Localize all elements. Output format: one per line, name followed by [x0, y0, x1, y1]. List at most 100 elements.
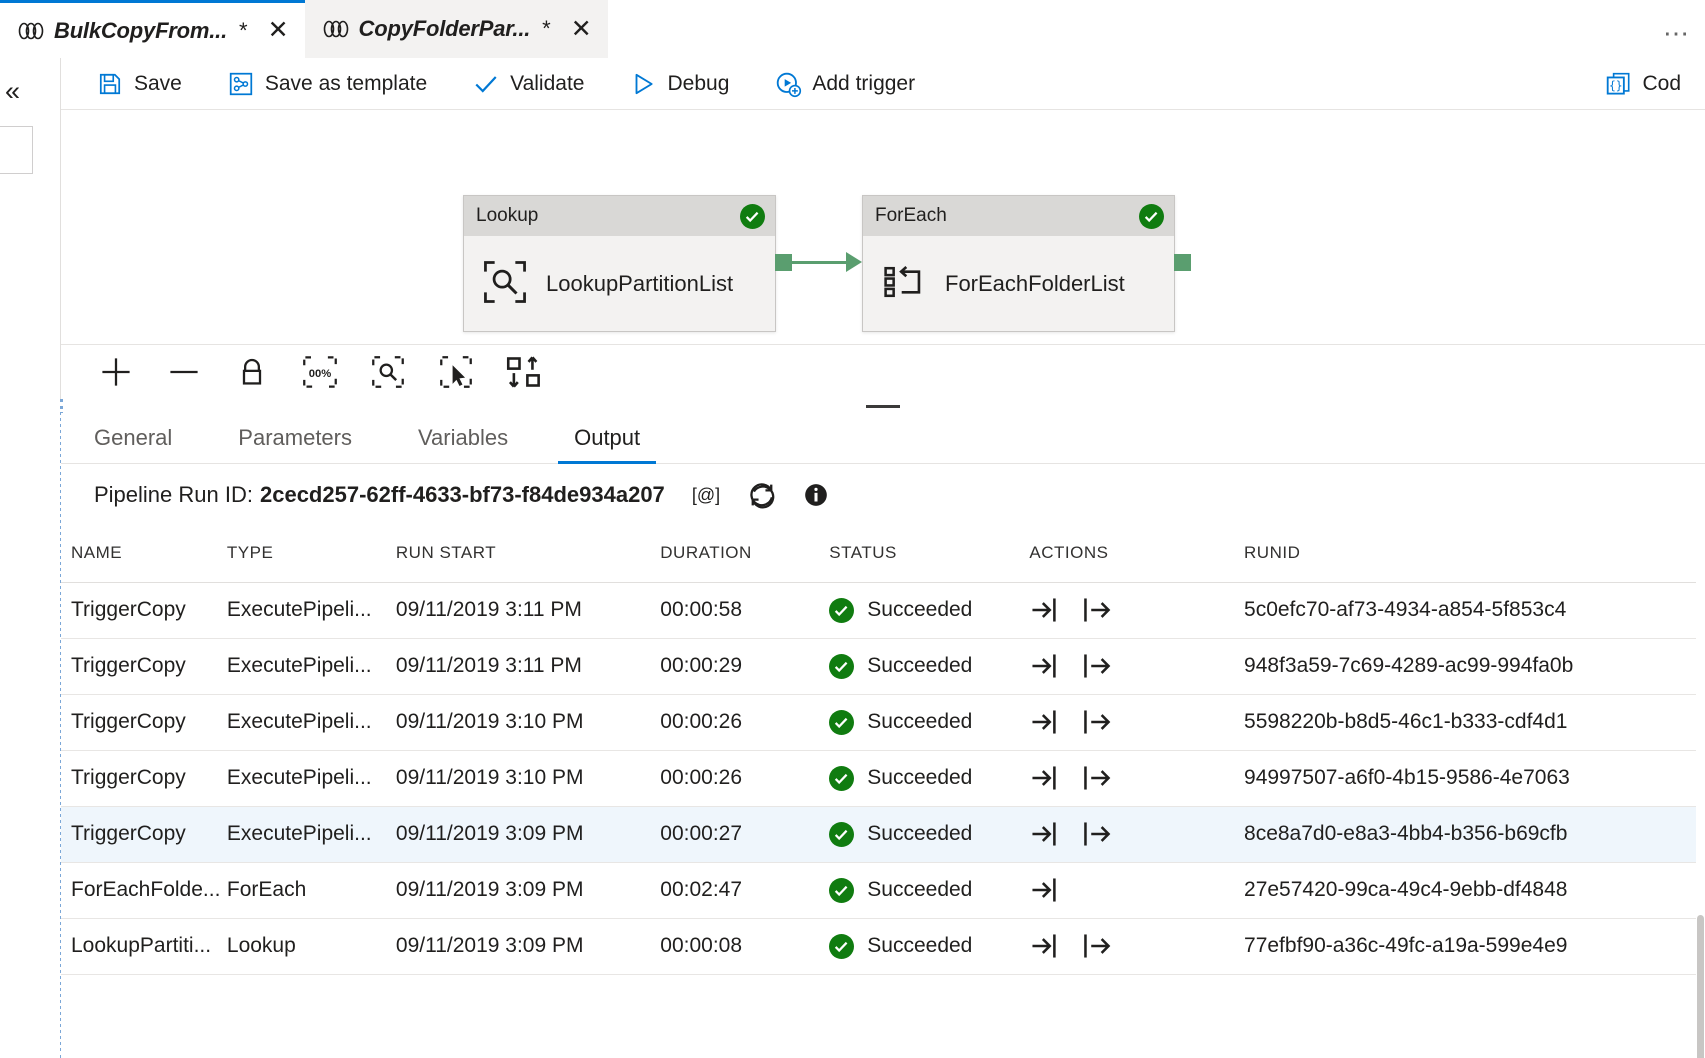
input-icon[interactable] [1029, 875, 1059, 905]
cell-status: Succeeded [829, 806, 1029, 862]
cell-duration: 00:02:47 [660, 862, 829, 918]
expression-icon[interactable]: [@] [691, 482, 721, 508]
cell-actions [1029, 806, 1244, 862]
svg-text:[@]: [@] [692, 485, 720, 505]
pipeline-icon [18, 22, 44, 40]
pipeline-canvas[interactable]: Lookup LookupPartitionList [61, 111, 1705, 344]
output-icon[interactable] [1082, 819, 1112, 849]
debug-button[interactable]: Debug [630, 71, 729, 97]
save-as-template-button[interactable]: Save as template [228, 71, 427, 97]
status-success-icon [829, 878, 854, 903]
activity-node-lookup[interactable]: Lookup LookupPartitionList [463, 195, 776, 332]
zoom-out-icon[interactable] [161, 349, 207, 395]
cell-runid: 27e57420-99ca-49c4-9ebb-df4848 [1244, 862, 1705, 918]
output-icon[interactable] [1082, 763, 1112, 793]
zoom-100-icon[interactable]: 00% [297, 349, 343, 395]
zoom-in-icon[interactable] [93, 349, 139, 395]
input-icon[interactable] [1029, 763, 1059, 793]
node-type-label: ForEach [875, 205, 947, 227]
foreach-icon [881, 259, 927, 310]
column-header-name[interactable]: NAME [61, 525, 227, 582]
input-icon[interactable] [1029, 595, 1059, 625]
code-button[interactable]: {} Cod [1605, 71, 1681, 97]
table-row[interactable]: TriggerCopyExecutePipeli...09/11/2019 3:… [61, 694, 1705, 750]
tab-dirty-marker: * [542, 16, 551, 42]
cell-runid: 948f3a59-7c69-4289-ac99-994fa0b [1244, 638, 1705, 694]
cell-actions [1029, 694, 1244, 750]
tab-copyfolderpar[interactable]: CopyFolderPar... * ✕ [305, 0, 608, 58]
connector-target-port[interactable] [1174, 254, 1191, 271]
tab-output[interactable]: Output [574, 425, 640, 463]
column-header-duration[interactable]: DURATION [660, 525, 829, 582]
bottom-panel: General Parameters Variables Output Pipe… [0, 399, 1705, 1058]
cell-duration: 00:00:29 [660, 638, 829, 694]
cell-runstart: 09/11/2019 3:09 PM [396, 862, 660, 918]
input-icon[interactable] [1029, 651, 1059, 681]
scrollbar-thumb[interactable] [1697, 915, 1704, 1058]
output-icon[interactable] [1082, 651, 1112, 681]
validate-label: Validate [510, 72, 584, 96]
canvas-toolbar: 00% [61, 344, 1705, 399]
auto-align-icon[interactable] [501, 349, 547, 395]
input-icon[interactable] [1029, 707, 1059, 737]
collapse-panel-icon[interactable]: « [5, 78, 20, 105]
tab-dirty-marker: * [239, 18, 248, 44]
cell-type: ExecutePipeli... [227, 806, 396, 862]
cell-runid: 5598220b-b8d5-46c1-b333-cdf4d1 [1244, 694, 1705, 750]
output-icon[interactable] [1082, 931, 1112, 961]
tab-label: BulkCopyFrom... [54, 18, 227, 44]
table-row[interactable]: TriggerCopyExecutePipeli...09/11/2019 3:… [61, 582, 1705, 638]
input-icon[interactable] [1029, 931, 1059, 961]
cell-duration: 00:00:58 [660, 582, 829, 638]
tab-bulkcopyfrom[interactable]: BulkCopyFrom... * ✕ [0, 0, 305, 58]
table-row[interactable]: ForEachFolde...ForEach09/11/2019 3:09 PM… [61, 862, 1705, 918]
node-header: ForEach [863, 196, 1174, 236]
panel-resize-handle[interactable] [61, 399, 1705, 413]
cell-name: ForEachFolde... [61, 862, 227, 918]
input-icon[interactable] [1029, 819, 1059, 849]
lock-canvas-icon[interactable] [229, 349, 275, 395]
cell-actions [1029, 918, 1244, 974]
table-vertical-scrollbar[interactable] [1696, 525, 1705, 1058]
cell-actions [1029, 638, 1244, 694]
refresh-icon[interactable] [747, 480, 777, 510]
activity-runs-table-wrap: NAME TYPE RUN START DURATION STATUS ACTI… [61, 525, 1705, 1058]
node-body: ForEachFolderList [863, 236, 1174, 332]
cell-type: ForEach [227, 862, 396, 918]
cell-runstart: 09/11/2019 3:10 PM [396, 750, 660, 806]
tab-close-icon[interactable]: ✕ [571, 17, 592, 42]
save-button[interactable]: Save [97, 71, 182, 97]
table-row[interactable]: TriggerCopyExecutePipeli...09/11/2019 3:… [61, 750, 1705, 806]
add-trigger-button[interactable]: Add trigger [775, 71, 915, 97]
cell-name: LookupPartiti... [61, 918, 227, 974]
info-icon[interactable] [803, 482, 829, 508]
cell-actions [1029, 862, 1244, 918]
tab-variables[interactable]: Variables [418, 425, 508, 463]
output-icon[interactable] [1082, 595, 1112, 625]
pipeline-toolbar: Save Save as template Validate [61, 58, 1705, 110]
tab-general[interactable]: General [94, 425, 172, 463]
column-header-runstart[interactable]: RUN START [396, 525, 660, 582]
table-row[interactable]: TriggerCopyExecutePipeli...09/11/2019 3:… [61, 806, 1705, 862]
tab-close-icon[interactable]: ✕ [268, 18, 289, 43]
cell-actions [1029, 750, 1244, 806]
zoom-to-fit-icon[interactable] [365, 349, 411, 395]
select-tool-icon[interactable] [433, 349, 479, 395]
activity-node-foreach[interactable]: ForEach ForEachFolderList [862, 195, 1175, 332]
rail-tree-item[interactable] [0, 126, 33, 174]
column-header-status[interactable]: STATUS [829, 525, 1029, 582]
pipeline-run-id-label: Pipeline Run ID: [94, 482, 253, 508]
validate-button[interactable]: Validate [473, 71, 584, 97]
output-icon[interactable] [1082, 707, 1112, 737]
table-row[interactable]: TriggerCopyExecutePipeli...09/11/2019 3:… [61, 638, 1705, 694]
cell-name: TriggerCopy [61, 694, 227, 750]
cell-duration: 00:00:26 [660, 750, 829, 806]
status-success-icon [740, 204, 765, 229]
column-header-type[interactable]: TYPE [227, 525, 396, 582]
tabstrip-overflow-icon[interactable]: ⋯ [1663, 18, 1691, 49]
lookup-icon [482, 259, 528, 310]
tab-parameters[interactable]: Parameters [238, 425, 352, 463]
column-header-runid[interactable]: RUNID [1244, 525, 1705, 582]
tab-label: CopyFolderPar... [359, 16, 531, 42]
table-row[interactable]: LookupPartiti...Lookup09/11/2019 3:09 PM… [61, 918, 1705, 974]
